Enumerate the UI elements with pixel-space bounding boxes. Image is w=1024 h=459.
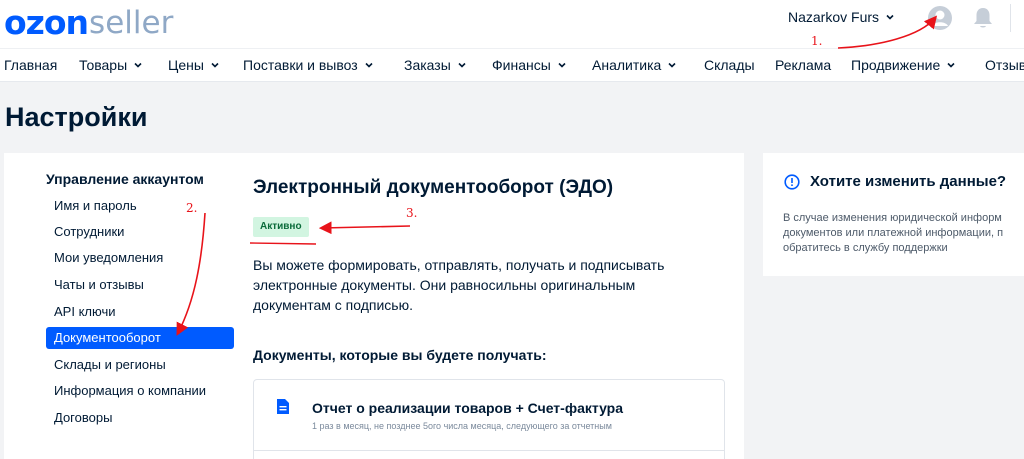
- nav-label: Цены: [168, 57, 204, 73]
- annotation-label-3: 3.: [406, 206, 418, 220]
- ozon-seller-logo[interactable]: ozon seller: [4, 3, 174, 42]
- nav-item-products[interactable]: Товары: [79, 57, 143, 73]
- page-title: Настройки: [5, 102, 148, 132]
- info-text-line: В случае изменения юридической информ: [783, 212, 1002, 224]
- nav-item-prices[interactable]: Цены: [168, 57, 220, 73]
- nav-label: Заказы: [404, 57, 451, 73]
- list-divider: [254, 450, 724, 451]
- nav-label: Реклама: [775, 57, 832, 73]
- description-line: электронные документы. Они равносильны о…: [253, 277, 636, 293]
- nav-item-orders[interactable]: Заказы: [404, 57, 467, 73]
- status-badge: Активно: [253, 217, 309, 237]
- document-title[interactable]: Отчет о реализации товаров + Счет-фактур…: [312, 400, 623, 416]
- sidebar-item-document-flow[interactable]: Документооборот: [46, 327, 234, 349]
- logo-seller-text: seller: [89, 5, 174, 41]
- nav-item-supplies[interactable]: Поставки и вывоз: [243, 57, 374, 73]
- sidebar-item-employees[interactable]: Сотрудники: [46, 221, 234, 243]
- sidebar-item-company-info[interactable]: Информация о компании: [46, 380, 234, 402]
- nav-label: Отзыв: [985, 57, 1024, 73]
- chevron-down-icon: [458, 62, 466, 68]
- top-header: ozon seller Nazarkov Furs: [0, 0, 1024, 48]
- logo-ozon-text: ozon: [4, 3, 89, 42]
- header-divider: [1010, 4, 1011, 32]
- nav-label: Поставки и вывоз: [243, 57, 358, 73]
- nav-label: Склады: [704, 57, 755, 73]
- description: Вы можете формировать, отправлять, получ…: [253, 255, 713, 315]
- chevron-down-icon: [886, 14, 894, 20]
- nav-label: Товары: [79, 57, 128, 73]
- annotation-label-2: 2.: [186, 201, 198, 215]
- nav-label: Продвижение: [851, 57, 941, 73]
- main-navigation: Главная Товары Цены Поставки и вывоз Зак…: [0, 48, 1024, 82]
- section-title: Электронный документооборот (ЭДО): [253, 177, 614, 198]
- chevron-down-icon: [668, 62, 676, 68]
- nav-label: Финансы: [492, 57, 551, 73]
- document-subtitle: 1 раз в месяц, не позднее 5ого числа мес…: [312, 421, 612, 431]
- chevron-down-icon: [134, 62, 142, 68]
- sidebar-item-warehouses-regions[interactable]: Склады и регионы: [46, 354, 234, 376]
- sidebar-item-notifications[interactable]: Мои уведомления: [46, 247, 234, 269]
- chevron-down-icon: [365, 62, 373, 68]
- info-text: В случае изменения юридической информ до…: [783, 211, 1024, 256]
- nav-item-home[interactable]: Главная: [4, 57, 57, 73]
- bell-icon[interactable]: [972, 6, 994, 30]
- info-icon: [784, 174, 800, 190]
- nav-item-ads[interactable]: Реклама: [775, 57, 831, 73]
- nav-item-finance[interactable]: Финансы: [492, 57, 567, 73]
- description-line: документам с подписью.: [253, 297, 413, 313]
- user-menu[interactable]: Nazarkov Furs: [788, 9, 895, 25]
- nav-item-analytics[interactable]: Аналитика: [592, 57, 677, 73]
- annotation-label-1: 1.: [811, 34, 823, 48]
- documents-heading: Документы, которые вы будете получать:: [253, 347, 547, 363]
- chevron-down-icon: [947, 62, 955, 68]
- nav-item-promotion[interactable]: Продвижение: [851, 57, 956, 73]
- sidebar-item-api-keys[interactable]: API ключи: [46, 301, 234, 323]
- sidebar-item-name-password[interactable]: Имя и пароль: [46, 195, 234, 217]
- nav-label: Главная: [4, 57, 58, 73]
- info-text-line: документов или платежной информации, п: [783, 227, 1004, 239]
- document-icon: [277, 399, 289, 414]
- documents-list: [253, 379, 725, 459]
- user-circle-icon[interactable]: [927, 5, 953, 31]
- sidebar-heading: Управление аккаунтом: [46, 171, 204, 187]
- info-text-line: обратитесь в службу поддержки: [783, 242, 948, 254]
- nav-label: Аналитика: [592, 57, 662, 73]
- user-name: Nazarkov Furs: [788, 9, 880, 25]
- sidebar-item-contracts[interactable]: Договоры: [46, 407, 234, 429]
- nav-item-reviews[interactable]: Отзыв: [985, 57, 1024, 73]
- sidebar-item-chats-reviews[interactable]: Чаты и отзывы: [46, 274, 234, 296]
- chevron-down-icon: [211, 62, 219, 68]
- info-title: Хотите изменить данные?: [810, 173, 1007, 190]
- chevron-down-icon: [558, 62, 566, 68]
- nav-item-warehouses[interactable]: Склады: [704, 57, 755, 73]
- description-line: Вы можете формировать, отправлять, получ…: [253, 257, 665, 273]
